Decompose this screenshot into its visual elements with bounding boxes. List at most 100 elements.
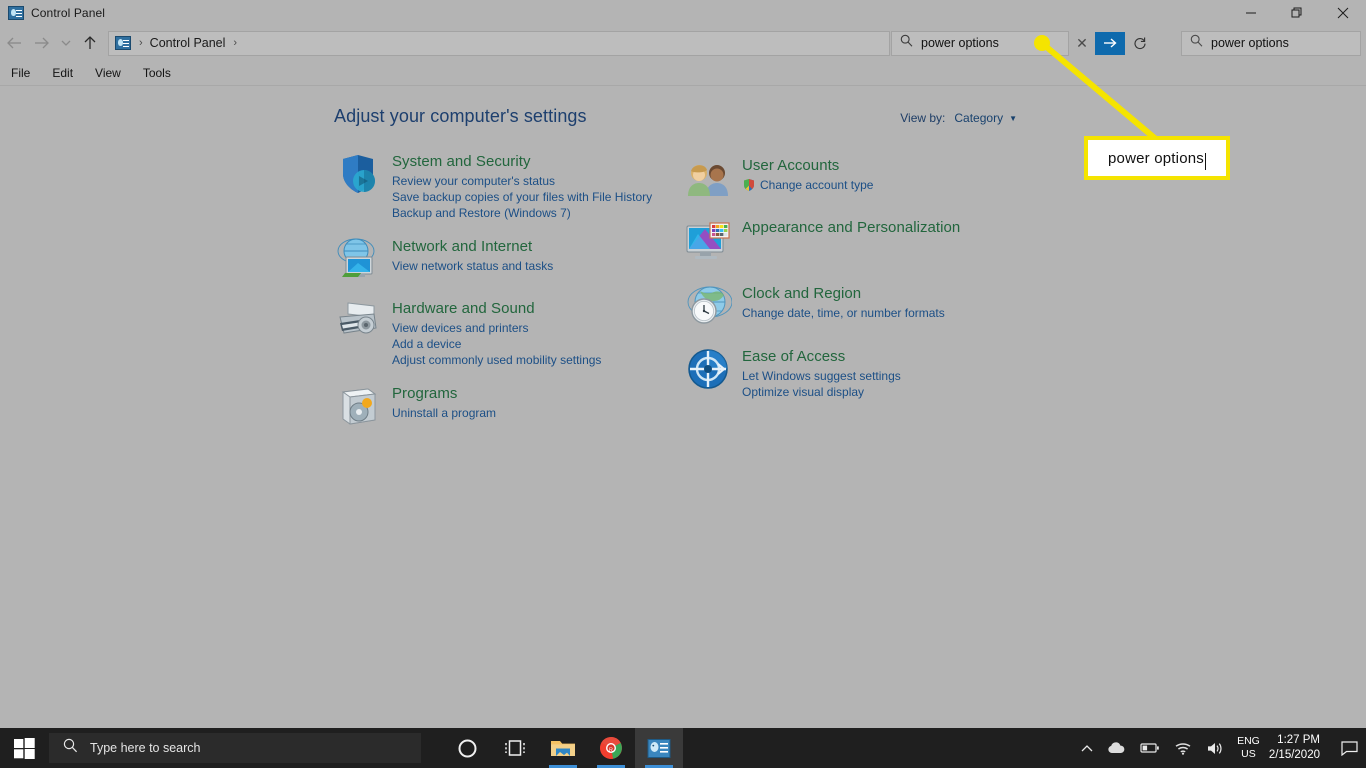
tray-overflow-chevron-up-icon[interactable] xyxy=(1081,744,1093,753)
clock[interactable]: 1:27 PM 2/15/2020 xyxy=(1269,733,1320,763)
menu-item-edit[interactable]: Edit xyxy=(41,66,84,80)
annotation-callout-box: power options xyxy=(1084,136,1230,180)
category-title[interactable]: Clock and Region xyxy=(742,284,945,303)
clock-time: 1:27 PM xyxy=(1277,734,1320,746)
recent-locations-chevron-down-icon[interactable] xyxy=(56,28,76,58)
view-by-value[interactable]: Category xyxy=(954,111,1003,125)
category-column-right: User Accounts Change account type Appear… xyxy=(684,154,1024,410)
category-link[interactable]: View network status and tasks xyxy=(392,258,553,274)
control-panel-icon[interactable] xyxy=(635,728,683,768)
category-body: User Accounts Change account type xyxy=(742,154,873,202)
category-link[interactable]: Review your computer's status xyxy=(392,173,652,189)
address-bar[interactable]: › Control Panel › xyxy=(108,30,890,56)
control-panel-icon xyxy=(8,6,24,20)
category-title[interactable]: Programs xyxy=(392,384,496,403)
taskbar-search-box[interactable]: Type here to search xyxy=(49,733,421,763)
category-clock-and-region[interactable]: Clock and Region Change date, time, or n… xyxy=(684,282,1024,330)
category-hardware-and-sound[interactable]: Hardware and Sound View devices and prin… xyxy=(334,297,674,368)
cloud-icon[interactable] xyxy=(1107,741,1126,755)
breadcrumb-item-control-panel[interactable]: Control Panel xyxy=(150,36,226,50)
cortana-circle-icon[interactable] xyxy=(443,728,491,768)
category-body: Programs Uninstall a program xyxy=(392,382,496,430)
search-go-button[interactable] xyxy=(1095,31,1125,55)
category-appearance-and-personalization[interactable]: Appearance and Personalization xyxy=(684,216,1024,264)
language-line-1: ENG xyxy=(1237,735,1260,747)
control-panel-content: Adjust your computer's settings View by:… xyxy=(0,86,1366,728)
forward-icon[interactable] xyxy=(28,28,56,58)
category-link[interactable]: Uninstall a program xyxy=(392,405,496,421)
category-ease-of-access[interactable]: Ease of Access Let Windows suggest setti… xyxy=(684,345,1024,400)
menu-item-view[interactable]: View xyxy=(84,66,132,80)
category-title[interactable]: Ease of Access xyxy=(742,347,901,366)
category-column-left: System and Security Review your computer… xyxy=(334,150,674,440)
category-link[interactable]: Let Windows suggest settings xyxy=(742,368,901,384)
secondary-search-box[interactable]: ✕ xyxy=(1181,30,1366,56)
category-link-wrapper[interactable]: Change account type xyxy=(742,177,873,193)
search-icon xyxy=(900,34,913,52)
shield-icon xyxy=(334,150,382,198)
menu-item-file[interactable]: File xyxy=(0,66,41,80)
category-body: System and Security Review your computer… xyxy=(392,150,652,221)
search-icon xyxy=(63,738,78,758)
category-link[interactable]: Change date, time, or number formats xyxy=(742,305,945,321)
category-title[interactable]: System and Security xyxy=(392,152,652,171)
network-globe-monitor-icon xyxy=(334,235,382,283)
category-title[interactable]: Hardware and Sound xyxy=(392,299,601,318)
programs-disc-icon xyxy=(334,382,382,430)
category-title[interactable]: User Accounts xyxy=(742,156,873,175)
annotation-callout-text: power options xyxy=(1108,149,1204,167)
up-arrow-icon[interactable] xyxy=(76,28,104,58)
search-input[interactable] xyxy=(921,31,1082,55)
window-title: Control Panel xyxy=(31,6,106,20)
menu-item-tools[interactable]: Tools xyxy=(132,66,182,80)
volume-icon[interactable] xyxy=(1206,741,1224,756)
task-view-icon[interactable] xyxy=(491,728,539,768)
category-link[interactable]: Change account type xyxy=(760,177,873,193)
page-title: Adjust your computer's settings xyxy=(334,106,587,126)
taskbar: Type here to search R ENG US 1:27 PM 2/1… xyxy=(0,728,1366,768)
close-button[interactable] xyxy=(1320,0,1366,26)
window-title-bar: Control Panel xyxy=(0,0,1366,26)
category-title[interactable]: Network and Internet xyxy=(392,237,553,256)
action-center-icon[interactable] xyxy=(1332,728,1366,768)
printer-icon xyxy=(334,297,382,345)
category-link[interactable]: Adjust commonly used mobility settings xyxy=(392,352,601,368)
category-link[interactable]: Add a device xyxy=(392,336,601,352)
chevron-down-icon[interactable]: ▼ xyxy=(1009,114,1017,123)
category-link[interactable]: Save backup copies of your files with Fi… xyxy=(392,189,652,205)
category-network-and-internet[interactable]: Network and Internet View network status… xyxy=(334,235,674,283)
category-body: Appearance and Personalization xyxy=(742,216,960,264)
secondary-search-input[interactable] xyxy=(1211,31,1366,55)
category-title[interactable]: Appearance and Personalization xyxy=(742,218,960,237)
back-icon[interactable] xyxy=(0,28,28,58)
wifi-icon[interactable] xyxy=(1174,741,1192,755)
category-programs[interactable]: Programs Uninstall a program xyxy=(334,382,674,430)
restore-button[interactable] xyxy=(1274,0,1320,26)
users-icon xyxy=(684,154,732,202)
battery-icon[interactable] xyxy=(1140,742,1160,754)
window-controls xyxy=(1228,0,1366,26)
language-indicator[interactable]: ENG US xyxy=(1237,735,1260,761)
category-link[interactable]: Backup and Restore (Windows 7) xyxy=(392,205,652,221)
search-icon-secondary xyxy=(1190,34,1203,52)
breadcrumb-root-control-panel-icon[interactable] xyxy=(115,36,131,50)
search-clear-icon[interactable]: ✕ xyxy=(1069,35,1095,52)
clock-date: 2/15/2020 xyxy=(1268,749,1320,761)
minimize-button[interactable] xyxy=(1228,0,1274,26)
category-body: Hardware and Sound View devices and prin… xyxy=(392,297,601,368)
svg-text:R: R xyxy=(609,747,613,753)
view-by-control: View by: Category ▼ xyxy=(900,111,1017,125)
category-link[interactable]: Optimize visual display xyxy=(742,384,901,400)
category-link[interactable]: View devices and printers xyxy=(392,320,601,336)
desktop-root: Control Panel › Control Panel › power op… xyxy=(0,0,1366,768)
breadcrumb-trailing-chevron[interactable]: › xyxy=(233,37,237,49)
refresh-icon[interactable] xyxy=(1125,32,1155,55)
category-system-and-security[interactable]: System and Security Review your computer… xyxy=(334,150,674,221)
chrome-icon[interactable]: R xyxy=(587,728,635,768)
language-line-2: US xyxy=(1241,748,1256,760)
view-by-label: View by: xyxy=(900,111,946,125)
control-panel-search-box[interactable] xyxy=(891,30,1082,56)
start-button[interactable] xyxy=(0,728,48,768)
category-user-accounts[interactable]: User Accounts Change account type xyxy=(684,154,1024,202)
folder-icon[interactable] xyxy=(539,728,587,768)
